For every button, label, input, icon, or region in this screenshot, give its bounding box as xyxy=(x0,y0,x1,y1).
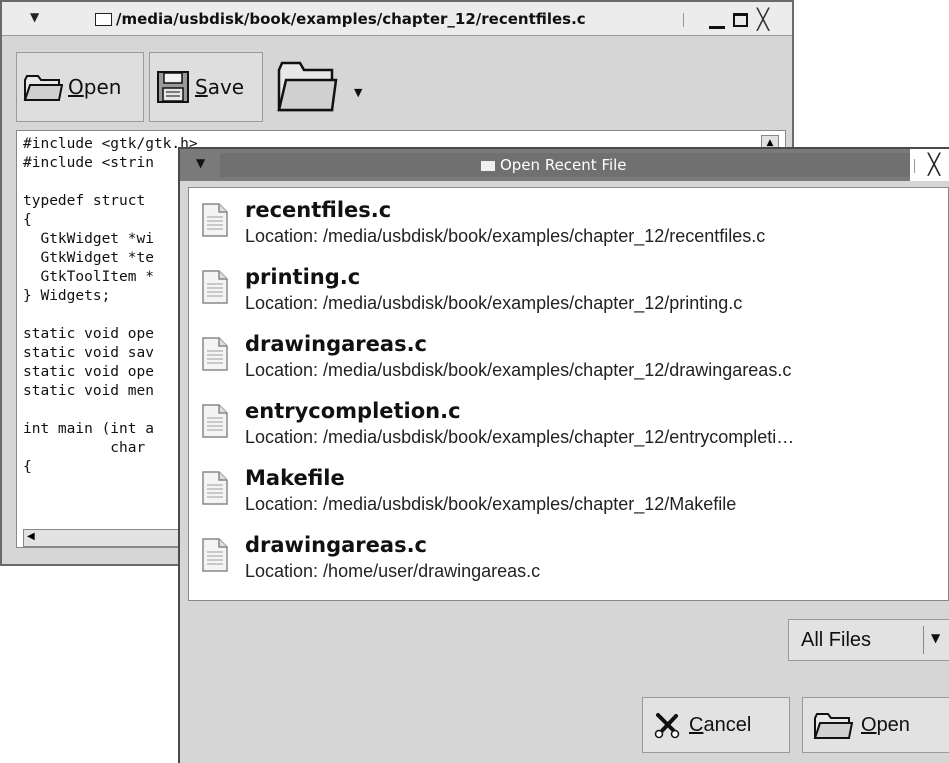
recent-file-location: Location: /media/usbdisk/book/examples/c… xyxy=(245,360,792,380)
recent-file-location: Location: /media/usbdisk/book/examples/c… xyxy=(245,293,743,313)
maximize-icon[interactable] xyxy=(733,13,748,27)
open-recent-button[interactable] xyxy=(276,58,338,118)
select-divider xyxy=(923,626,924,654)
save-button-label: Save xyxy=(195,75,245,99)
minimize-icon[interactable] xyxy=(709,26,725,29)
title-separator xyxy=(683,13,684,27)
recent-file-name: printing.c xyxy=(245,265,361,289)
scroll-left-arrow-icon[interactable]: ◀ xyxy=(27,531,35,542)
title-separator xyxy=(914,159,915,173)
main-title-bar[interactable]: ▼ /media/usbdisk/book/examples/chapter_1… xyxy=(2,2,792,36)
document-icon xyxy=(202,471,228,505)
file-filter-select[interactable]: All Files ▼ xyxy=(788,619,949,661)
document-icon xyxy=(202,203,228,237)
recent-file-name: recentfiles.c xyxy=(245,198,392,222)
floppy-disk-icon xyxy=(157,71,189,103)
horizontal-scrollbar[interactable]: ◀ xyxy=(23,529,203,547)
open-button[interactable]: Open xyxy=(16,52,144,122)
recent-file-item[interactable]: drawingareas.c Location: /media/usbdisk/b… xyxy=(189,322,949,390)
recent-file-item[interactable]: drawingareas.c Location: /home/user/drawi… xyxy=(189,523,949,591)
document-icon xyxy=(202,337,228,371)
recent-file-item[interactable]: printing.c Location: /media/usbdisk/book/… xyxy=(189,255,949,323)
document-icon xyxy=(202,538,228,572)
cancel-button-label: Cancel xyxy=(689,713,752,736)
recent-file-name: entrycompletion.c xyxy=(245,399,461,423)
recent-file-item[interactable]: recentfiles.c Location: /media/usbdisk/bo… xyxy=(189,188,949,256)
recent-file-location: Location: /media/usbdisk/book/examples/c… xyxy=(245,226,766,246)
chevron-down-icon[interactable]: ▼ xyxy=(931,631,940,645)
recent-file-location: Location: /media/usbdisk/book/examples/c… xyxy=(245,427,795,447)
cancel-icon xyxy=(654,713,680,739)
open-button-label: Open xyxy=(861,713,910,736)
document-icon xyxy=(202,404,228,438)
file-filter-value: All Files xyxy=(801,629,872,651)
document-icon xyxy=(202,270,228,304)
window-menu-icon[interactable]: ▼ xyxy=(30,10,39,24)
save-button[interactable]: Save xyxy=(149,52,263,122)
recent-files-list[interactable]: recentfiles.c Location: /media/usbdisk/bo… xyxy=(188,187,949,601)
dialog-title: Open Recent File xyxy=(500,156,627,174)
main-window-title: /media/usbdisk/book/examples/chapter_12/… xyxy=(116,10,586,28)
dialog-title-bar[interactable]: ▼ Open Recent File ╳ xyxy=(180,149,949,181)
close-icon[interactable]: ╳ xyxy=(928,153,940,175)
open-recent-dialog: ▼ Open Recent File ╳ recentfiles.c Locati… xyxy=(178,147,949,763)
recent-file-item[interactable]: Makefile Location: /media/usbdisk/book/ex… xyxy=(189,456,949,524)
open-button[interactable]: Open xyxy=(802,697,949,753)
cancel-button[interactable]: Cancel xyxy=(642,697,790,753)
folder-icon xyxy=(23,75,63,101)
recent-menu-arrow-icon[interactable]: ▼ xyxy=(354,86,362,99)
recent-file-item[interactable]: entrycompletion.c Location: /media/usbdis… xyxy=(189,389,949,457)
folder-icon xyxy=(813,713,853,739)
recent-file-name: drawingareas.c xyxy=(245,332,428,356)
folder-icon xyxy=(277,61,338,112)
recent-file-location: Location: /home/user/drawingareas.c xyxy=(245,561,541,581)
recent-file-name: Makefile xyxy=(245,466,345,490)
recent-file-name: drawingareas.c xyxy=(245,533,428,557)
window-menu-icon[interactable]: ▼ xyxy=(196,156,205,170)
window-icon xyxy=(95,13,112,26)
editor-text: #include <gtk/gtk.h> #include <strin typ… xyxy=(23,136,198,475)
close-icon[interactable]: ╳ xyxy=(757,8,769,30)
window-icon xyxy=(481,161,495,171)
recent-file-location: Location: /media/usbdisk/book/examples/c… xyxy=(245,494,737,514)
open-button-label: Open xyxy=(68,75,122,99)
toolbar: Open Save ▼ xyxy=(2,36,792,130)
